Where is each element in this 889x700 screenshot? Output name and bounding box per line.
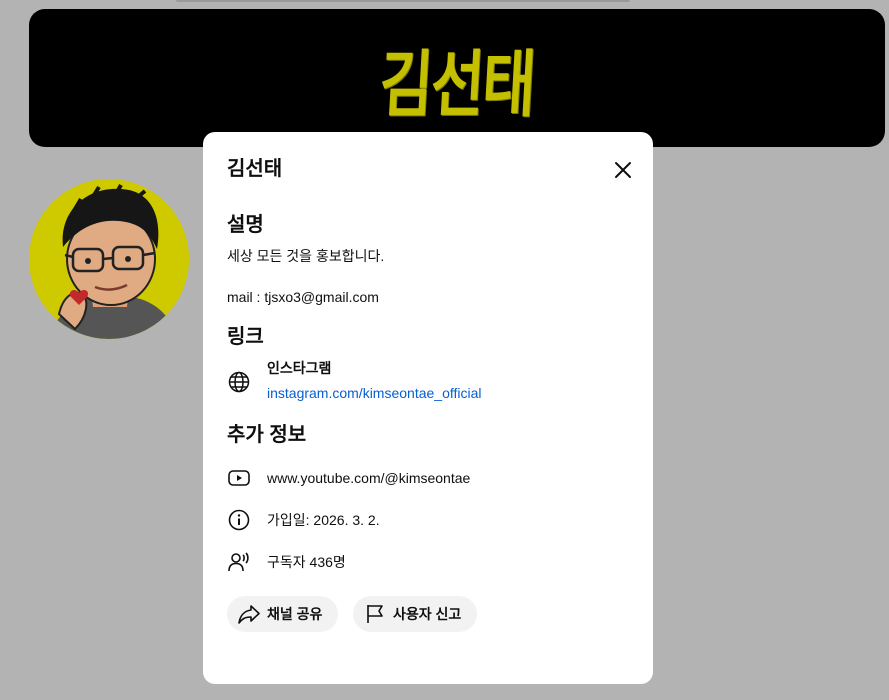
channel-url: www.youtube.com/@kimseontae — [267, 470, 471, 486]
subscribers-icon — [227, 550, 251, 574]
link-url-instagram[interactable]: instagram.com/kimseontae_official — [267, 383, 482, 403]
subscriber-count: 구독자 436명 — [267, 554, 346, 570]
report-user-label: 사용자 신고 — [393, 606, 462, 622]
close-button[interactable] — [605, 152, 641, 188]
dialog-title: 김선태 — [227, 158, 283, 180]
globe-icon — [227, 370, 251, 394]
links-heading: 링크 — [227, 326, 264, 348]
top-scroll-sliver — [176, 0, 630, 2]
more-info-heading: 추가 정보 — [227, 424, 307, 446]
joined-date: 가입일: 2026. 3. 2. — [267, 512, 380, 528]
share-icon — [238, 605, 260, 624]
about-dialog: 김선태 설명 세상 모든 것을 홍보합니다. mail : tjsxo3@gma… — [203, 132, 653, 684]
description-heading: 설명 — [227, 214, 264, 236]
channel-avatar — [29, 179, 189, 339]
share-channel-button[interactable]: 채널 공유 — [227, 596, 339, 632]
description-mail: mail : tjsxo3@gmail.com — [227, 289, 379, 305]
avatar-illustration — [29, 179, 189, 339]
banner-logo-text: 김선태 — [377, 41, 537, 127]
info-icon — [227, 508, 251, 532]
close-icon — [615, 162, 631, 178]
channel-banner: 김선태 — [29, 9, 885, 147]
description-text: 세상 모든 것을 홍보합니다. — [227, 248, 385, 264]
flag-icon — [367, 605, 383, 623]
report-user-button[interactable]: 사용자 신고 — [353, 596, 478, 632]
share-channel-label: 채널 공유 — [267, 606, 323, 622]
link-title-instagram: 인스타그램 — [267, 360, 332, 376]
youtube-icon — [227, 466, 251, 490]
